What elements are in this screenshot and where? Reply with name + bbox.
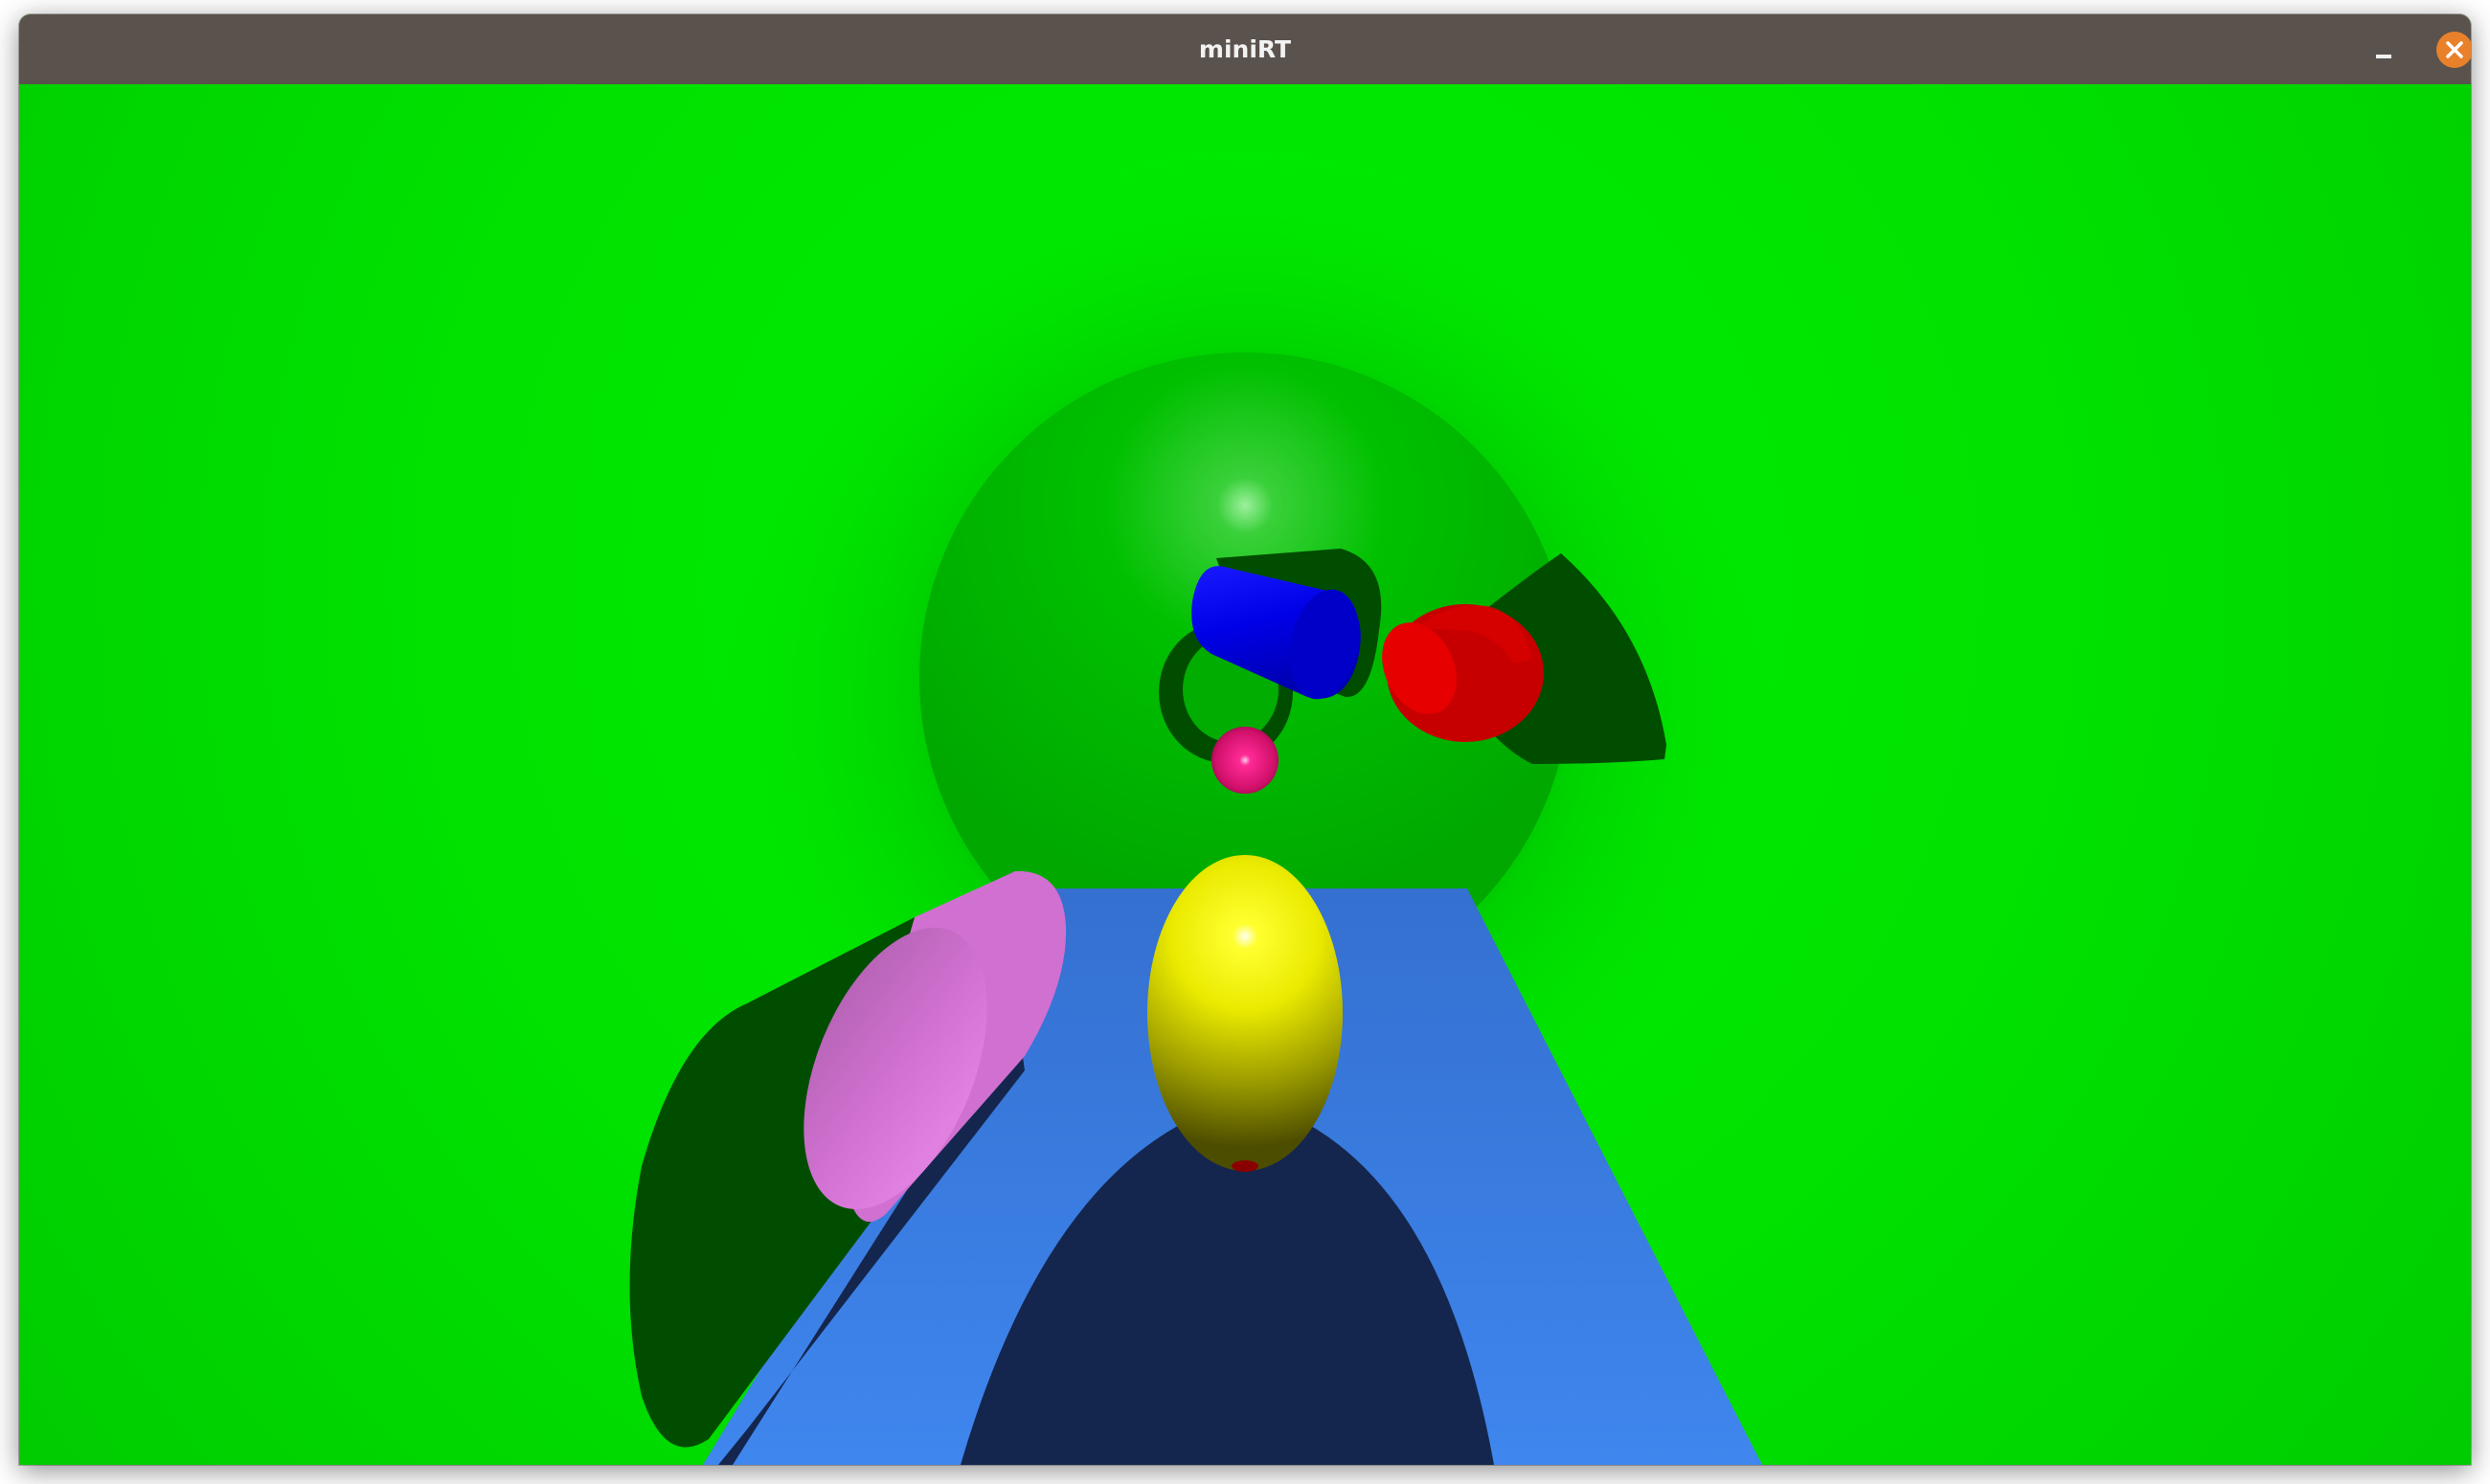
render-canvas [19, 84, 2471, 1465]
magenta-sphere [1211, 727, 1279, 794]
yellow-sphere-contact [1232, 1160, 1258, 1172]
raytraced-scene [19, 84, 2471, 1465]
minimize-button[interactable] [2367, 34, 2400, 66]
minirt-window: miniRT [19, 14, 2471, 1465]
close-icon [2446, 41, 2463, 58]
yellow-sphere [1147, 855, 1343, 1171]
window-title: miniRT [1198, 35, 1292, 63]
title-bar[interactable]: miniRT [19, 14, 2471, 84]
close-button[interactable] [2436, 32, 2471, 68]
minimize-icon [2376, 55, 2391, 58]
